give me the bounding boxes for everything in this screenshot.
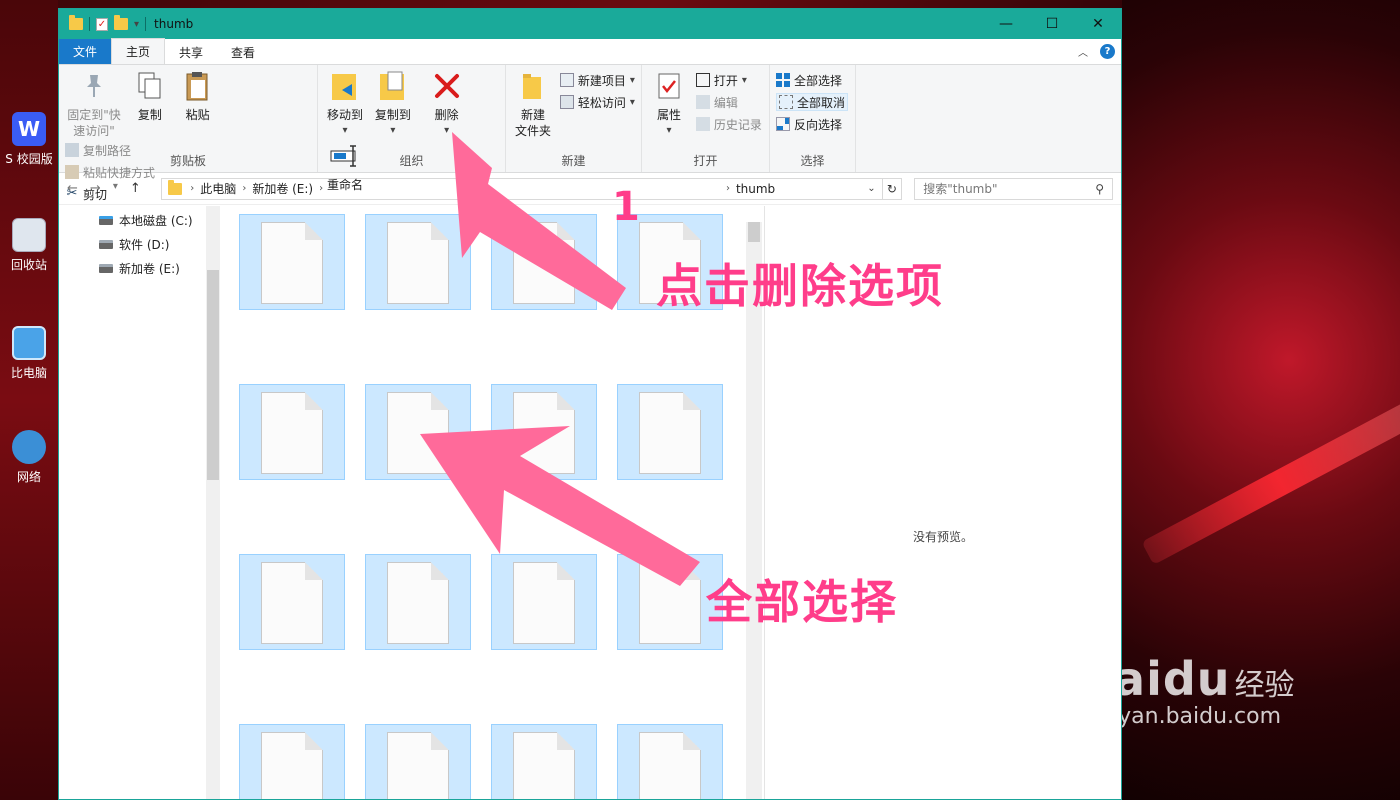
annotation-step-number: 1 [612,184,640,230]
annotation-select-hint: 全部选择 [706,575,898,629]
arrow-to-delete [452,132,626,310]
arrow-to-delete-shape [452,132,626,310]
arrow-to-select-shape [420,426,700,586]
annotation-delete-hint: 点击删除选项 [656,259,944,313]
arrow-to-select [420,426,700,586]
annotation-arrows [420,132,700,586]
